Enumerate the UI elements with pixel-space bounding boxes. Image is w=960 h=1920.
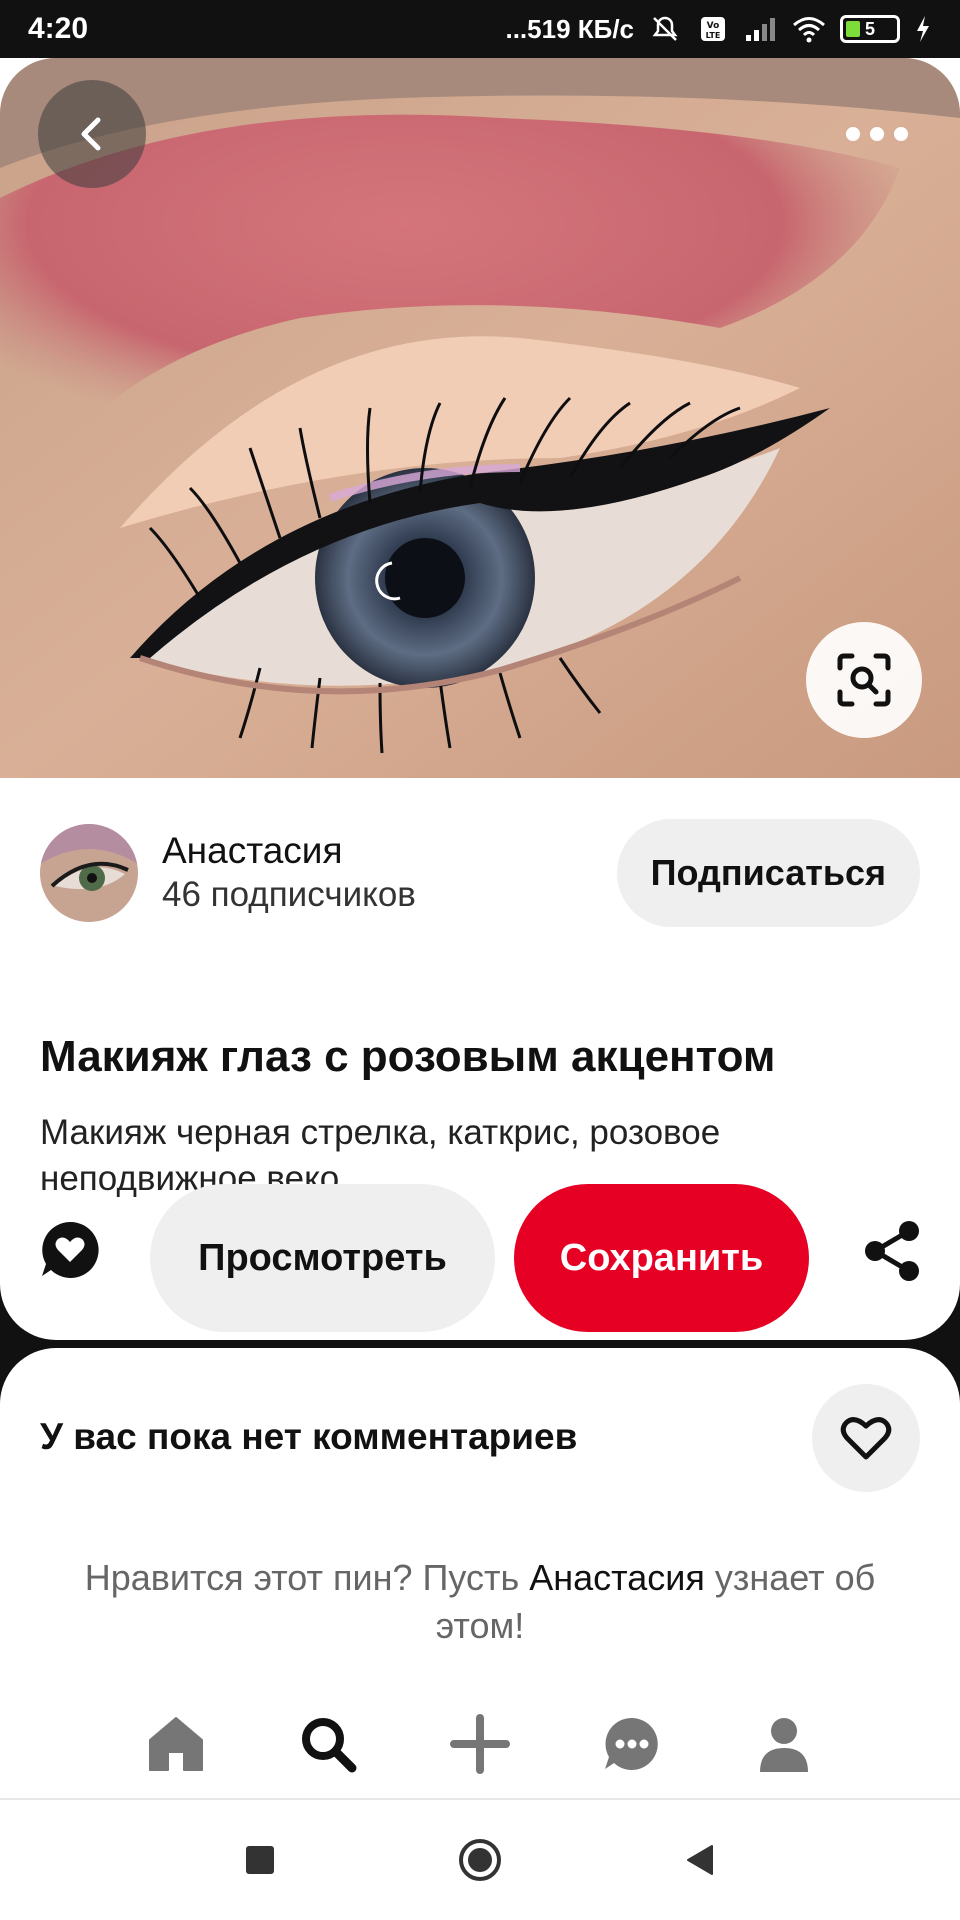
heart-icon (840, 1417, 892, 1460)
pin-image[interactable] (0, 58, 960, 778)
chevron-left-icon (81, 117, 101, 151)
svg-text:Vo: Vo (707, 21, 720, 31)
action-row: Просмотреть Сохранить (0, 1172, 960, 1332)
square-icon (246, 1846, 274, 1874)
home-system-button[interactable] (455, 1835, 505, 1885)
signal-icon (744, 15, 778, 43)
circle-home-icon (459, 1839, 501, 1881)
like-prompt-author[interactable]: Анастасия (529, 1557, 705, 1598)
author-name[interactable]: Анастасия (162, 829, 617, 873)
status-icons: ...519 КБ/с Vo LTE 5 (505, 14, 932, 45)
messages-icon (605, 1717, 658, 1770)
comment-heart-icon (42, 1221, 99, 1278)
avatar[interactable] (40, 824, 138, 922)
author-row: Анастасия 46 подписчиков Подписаться (40, 818, 920, 928)
author-info: Анастасия 46 подписчиков (162, 829, 617, 917)
battery-icon: 5 (840, 15, 900, 43)
more-dots-icon (846, 127, 908, 141)
status-bar: 4:20 ...519 КБ/с Vo LTE 5 (0, 0, 960, 58)
back-button[interactable] (38, 80, 146, 188)
nav-home[interactable] (141, 1709, 211, 1779)
follow-button[interactable]: Подписаться (616, 819, 920, 927)
pin-card: Анастасия 46 подписчиков Подписаться Мак… (0, 58, 960, 1340)
home-icon (149, 1717, 203, 1771)
save-button[interactable]: Сохранить (514, 1184, 809, 1332)
comments-heading: У вас пока нет комментариев (40, 1416, 578, 1457)
dnd-off-icon (648, 15, 682, 43)
avatar-image (40, 824, 138, 922)
wifi-icon (792, 15, 826, 43)
nav-search[interactable] (293, 1709, 363, 1779)
search-icon (302, 1718, 357, 1773)
lens-search-icon (837, 653, 891, 707)
share-icon (865, 1221, 919, 1281)
view-button[interactable]: Просмотреть (150, 1184, 495, 1332)
system-nav (0, 1800, 960, 1920)
recents-button[interactable] (235, 1835, 285, 1885)
comment-button[interactable] (38, 1218, 102, 1282)
like-button[interactable] (812, 1384, 920, 1492)
pin-title: Макияж глаз с розовым акцентом (40, 1032, 776, 1081)
bottom-nav (0, 1690, 960, 1800)
more-options-button[interactable] (832, 94, 922, 174)
nav-profile[interactable] (749, 1709, 819, 1779)
share-button[interactable] (862, 1220, 922, 1282)
nav-messages[interactable] (597, 1709, 667, 1779)
back-system-button[interactable] (675, 1835, 725, 1885)
triangle-back-icon (687, 1845, 713, 1875)
author-followers: 46 подписчиков (162, 875, 416, 914)
svg-text:LTE: LTE (706, 31, 721, 40)
status-time: 4:20 (28, 12, 89, 45)
network-speed: ...519 КБ/с (505, 13, 634, 44)
profile-icon (760, 1718, 808, 1772)
visual-search-button[interactable] (806, 622, 922, 738)
volte-icon: Vo LTE (696, 15, 730, 43)
like-prompt: Нравится этот пин? Пусть Анастасия узнае… (40, 1554, 920, 1650)
charging-icon (914, 15, 932, 43)
like-prompt-text: Нравится этот пин? Пусть (84, 1557, 530, 1598)
add-icon (450, 1714, 510, 1774)
nav-create[interactable] (445, 1709, 515, 1779)
